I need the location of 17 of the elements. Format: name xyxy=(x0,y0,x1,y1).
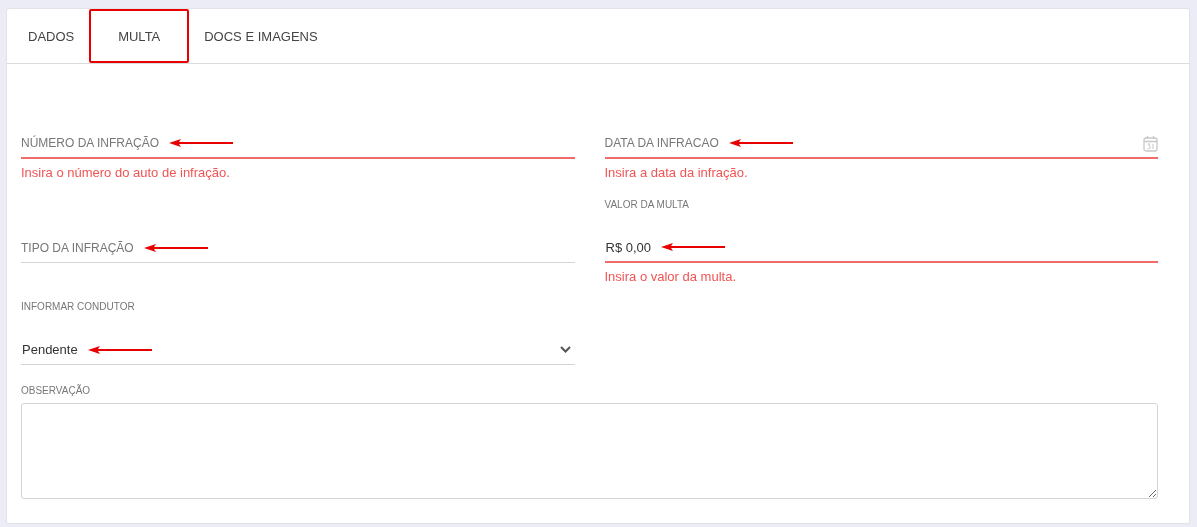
field-label: INFORMAR CONDUTOR xyxy=(21,301,136,313)
tab[interactable]: MULTA xyxy=(89,9,190,63)
input-field[interactable]: R$ 0,00 xyxy=(604,221,1158,263)
input-field[interactable]: TIPO DA INFRAÇÃO xyxy=(21,221,575,263)
error-message: Insira o valor da multa. xyxy=(604,269,737,285)
error-message: Insira o número do auto de infração. xyxy=(21,165,231,181)
tab[interactable]: DOCS E IMAGENS xyxy=(189,9,333,63)
field-label: VALOR DA MULTA xyxy=(604,199,690,211)
date-field[interactable]: DATA DA INFRACAO xyxy=(604,117,1158,159)
field-label: OBSERVAÇÃO xyxy=(21,385,92,397)
text-area[interactable] xyxy=(21,403,1158,499)
chevron-down-icon xyxy=(559,346,571,353)
input-field[interactable]: NÚMERO DA INFRAÇÃO xyxy=(21,117,575,159)
select-field[interactable]: Pendente xyxy=(21,323,575,365)
tab[interactable]: DADOS xyxy=(13,9,90,63)
calendar-icon xyxy=(1143,134,1158,152)
error-message: Insira a data da infração. xyxy=(604,165,749,181)
